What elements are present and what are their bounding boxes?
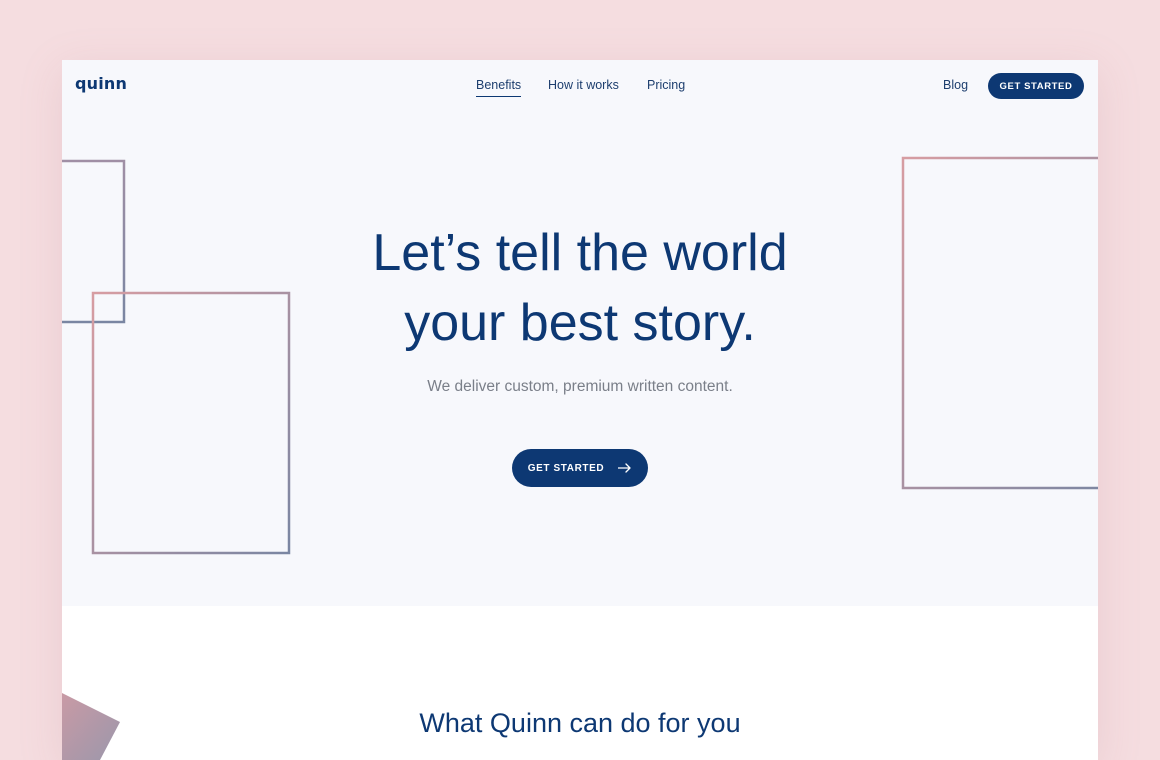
nav-link-how-it-works[interactable]: How it works bbox=[548, 78, 619, 92]
nav-link-blog[interactable]: Blog bbox=[943, 78, 968, 92]
hero-get-started-button[interactable]: GET STARTED bbox=[512, 449, 648, 487]
hero-get-started-label: GET STARTED bbox=[527, 462, 605, 474]
nav-get-started-button[interactable]: GET STARTED bbox=[988, 73, 1084, 99]
deco-rect-right bbox=[901, 156, 1098, 490]
nav-link-pricing[interactable]: Pricing bbox=[647, 78, 685, 92]
top-nav: quinn Benefits How it works Pricing Blog… bbox=[62, 60, 1098, 112]
deco-triangle bbox=[62, 693, 120, 760]
website-frame: quinn Benefits How it works Pricing Blog… bbox=[62, 60, 1098, 760]
hero-section: quinn Benefits How it works Pricing Blog… bbox=[62, 60, 1098, 606]
logo[interactable]: quinn bbox=[75, 74, 127, 93]
hero-headline: Let’s tell the world your best story. bbox=[230, 218, 930, 358]
hero-headline-line-1: Let’s tell the world bbox=[372, 224, 788, 282]
features-section-title: What Quinn can do for you bbox=[419, 708, 741, 738]
decorative-shape-bottom-left bbox=[62, 693, 120, 760]
hero-headline-line-2: your best story. bbox=[404, 294, 756, 352]
arrow-right-icon bbox=[618, 463, 632, 473]
nav-link-benefits[interactable]: Benefits bbox=[476, 78, 522, 97]
hero-subhead: We deliver custom, premium written conte… bbox=[427, 378, 733, 395]
